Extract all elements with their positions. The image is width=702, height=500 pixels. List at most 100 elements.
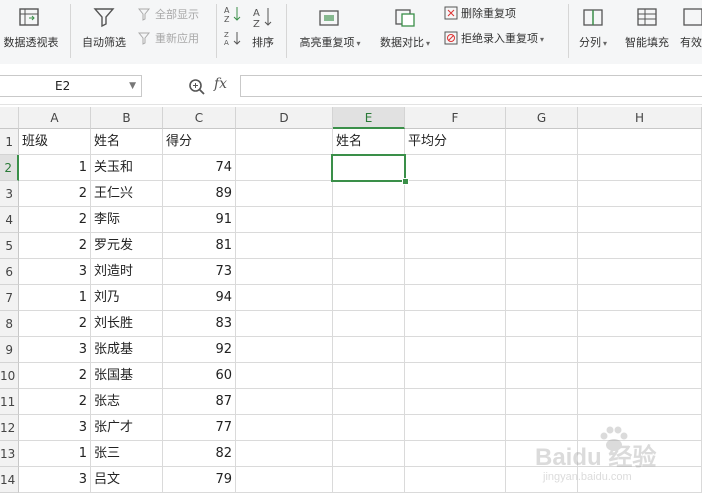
fill-handle[interactable] — [402, 178, 409, 185]
select-all-corner[interactable] — [0, 107, 19, 129]
cell-a1[interactable]: 班级 — [19, 129, 91, 155]
row-header-8[interactable]: 8 — [0, 311, 19, 337]
cell-f1[interactable]: 平均分 — [405, 129, 506, 155]
cell-c13[interactable]: 82 — [163, 441, 236, 467]
cell-f6[interactable] — [405, 259, 506, 285]
cell-e6[interactable] — [333, 259, 405, 285]
cell-d1[interactable] — [236, 129, 333, 155]
cell-h1[interactable] — [578, 129, 702, 155]
show-all-button[interactable]: 全部显示 — [138, 6, 199, 24]
cell-f10[interactable] — [405, 363, 506, 389]
row-header-13[interactable]: 13 — [0, 441, 19, 467]
cell-b13[interactable]: 张三 — [91, 441, 163, 467]
cell-c6[interactable]: 73 — [163, 259, 236, 285]
cell-d4[interactable] — [236, 207, 333, 233]
split-columns-button[interactable]: 分列 ▾ — [574, 0, 612, 64]
cell-h10[interactable] — [578, 363, 702, 389]
pivot-table-button[interactable]: 数据透视表 — [0, 0, 62, 64]
cell-d3[interactable] — [236, 181, 333, 207]
cell-b9[interactable]: 张成基 — [91, 337, 163, 363]
cell-d8[interactable] — [236, 311, 333, 337]
cell-f4[interactable] — [405, 207, 506, 233]
smart-fill-button[interactable]: 智能填充 — [618, 0, 676, 64]
cell-d10[interactable] — [236, 363, 333, 389]
cell-e4[interactable] — [333, 207, 405, 233]
cell-d6[interactable] — [236, 259, 333, 285]
cell-a9[interactable]: 3 — [19, 337, 91, 363]
cell-g11[interactable] — [506, 389, 578, 415]
cell-h8[interactable] — [578, 311, 702, 337]
cell-d5[interactable] — [236, 233, 333, 259]
cell-a2[interactable]: 1 — [19, 155, 91, 181]
cell-b3[interactable]: 王仁兴 — [91, 181, 163, 207]
cell-g6[interactable] — [506, 259, 578, 285]
autofilter-button[interactable]: 自动筛选 — [78, 0, 130, 64]
cell-e3[interactable] — [333, 181, 405, 207]
cell-e5[interactable] — [333, 233, 405, 259]
cell-f9[interactable] — [405, 337, 506, 363]
cell-h6[interactable] — [578, 259, 702, 285]
column-header-h[interactable]: H — [578, 107, 702, 129]
cell-f12[interactable] — [405, 415, 506, 441]
cell-b10[interactable]: 张国基 — [91, 363, 163, 389]
cell-g5[interactable] — [506, 233, 578, 259]
cell-h7[interactable] — [578, 285, 702, 311]
reject-duplicates-button[interactable]: 拒绝录入重复项 ▾ — [444, 30, 544, 48]
cell-c3[interactable]: 89 — [163, 181, 236, 207]
cell-a8[interactable]: 2 — [19, 311, 91, 337]
cell-f11[interactable] — [405, 389, 506, 415]
cell-f2[interactable] — [405, 155, 506, 181]
insert-function-button[interactable]: fx — [214, 76, 227, 92]
column-header-b[interactable]: B — [91, 107, 163, 129]
data-compare-button[interactable]: 数据对比 ▾ — [374, 0, 436, 64]
row-header-14[interactable]: 14 — [0, 467, 19, 493]
row-header-6[interactable]: 6 — [0, 259, 19, 285]
sort-asc-button[interactable]: AZ — [224, 5, 247, 23]
cell-c8[interactable]: 83 — [163, 311, 236, 337]
cell-h9[interactable] — [578, 337, 702, 363]
cell-a10[interactable]: 2 — [19, 363, 91, 389]
delete-duplicates-button[interactable]: 删除重复项 — [444, 5, 516, 23]
cell-b4[interactable]: 李际 — [91, 207, 163, 233]
cell-a11[interactable]: 2 — [19, 389, 91, 415]
column-header-a[interactable]: A — [19, 107, 91, 129]
cell-b1[interactable]: 姓名 — [91, 129, 163, 155]
column-header-g[interactable]: G — [506, 107, 578, 129]
cell-a6[interactable]: 3 — [19, 259, 91, 285]
cell-e7[interactable] — [333, 285, 405, 311]
row-header-4[interactable]: 4 — [0, 207, 19, 233]
cell-h5[interactable] — [578, 233, 702, 259]
cell-d7[interactable] — [236, 285, 333, 311]
row-header-5[interactable]: 5 — [0, 233, 19, 259]
cell-b7[interactable]: 刘乃 — [91, 285, 163, 311]
cell-c2[interactable]: 74 — [163, 155, 236, 181]
cell-a14[interactable]: 3 — [19, 467, 91, 493]
row-header-7[interactable]: 7 — [0, 285, 19, 311]
cell-d11[interactable] — [236, 389, 333, 415]
sort-desc-button[interactable]: ZA — [224, 30, 247, 48]
cell-c12[interactable]: 77 — [163, 415, 236, 441]
row-header-9[interactable]: 9 — [0, 337, 19, 363]
name-box[interactable]: E2 ▼ — [0, 75, 142, 97]
cell-e11[interactable] — [333, 389, 405, 415]
column-header-d[interactable]: D — [236, 107, 333, 129]
cell-g3[interactable] — [506, 181, 578, 207]
cell-d13[interactable] — [236, 441, 333, 467]
chevron-down-icon[interactable]: ▼ — [129, 76, 136, 96]
highlight-duplicates-button[interactable]: 高亮重复项 ▾ — [294, 0, 366, 64]
row-header-10[interactable]: 10 — [0, 363, 19, 389]
cell-b5[interactable]: 罗元发 — [91, 233, 163, 259]
row-header-3[interactable]: 3 — [0, 181, 19, 207]
data-validity-button[interactable]: 有效 — [680, 0, 702, 64]
cell-g8[interactable] — [506, 311, 578, 337]
cell-e8[interactable] — [333, 311, 405, 337]
cell-b14[interactable]: 吕文 — [91, 467, 163, 493]
cell-b2[interactable]: 关玉和 — [91, 155, 163, 181]
reapply-button[interactable]: 重新应用 — [138, 30, 199, 48]
cell-c10[interactable]: 60 — [163, 363, 236, 389]
cell-e1[interactable]: 姓名 — [333, 129, 405, 155]
sort-button[interactable]: AZ 排序 — [248, 0, 278, 64]
cell-h3[interactable] — [578, 181, 702, 207]
zoom-icon[interactable] — [188, 78, 206, 96]
cell-h4[interactable] — [578, 207, 702, 233]
